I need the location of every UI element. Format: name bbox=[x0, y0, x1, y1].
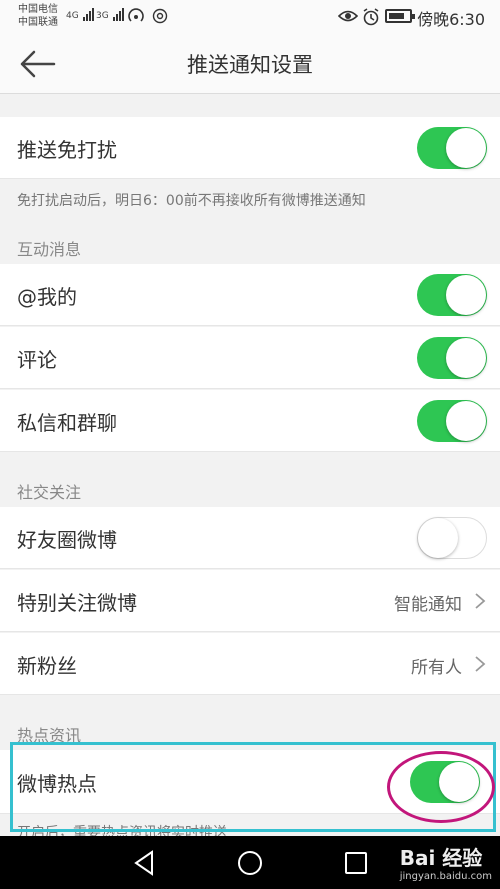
toggle-knob bbox=[446, 338, 486, 378]
messages-label: 私信和群聊 bbox=[17, 411, 117, 435]
nav-back-icon[interactable] bbox=[128, 846, 162, 880]
alarm-icon bbox=[362, 8, 380, 30]
dnd-label: 推送免打扰 bbox=[17, 138, 117, 162]
comments-label: 评论 bbox=[17, 348, 57, 372]
friends-label: 好友圈微博 bbox=[17, 528, 117, 552]
status-bar: 中国电信 中国联通 4G 3G 傍晚6:30 bbox=[0, 0, 500, 34]
comments-toggle[interactable] bbox=[417, 337, 487, 379]
carrier-2: 中国联通 bbox=[18, 17, 58, 28]
messages-toggle[interactable] bbox=[417, 400, 487, 442]
chevron-right-icon bbox=[475, 593, 486, 609]
toggle-knob bbox=[446, 275, 486, 315]
eye-icon bbox=[337, 8, 359, 28]
watermark-brand: Bai 经验 bbox=[399, 846, 483, 870]
signal-4g-icon: 4G bbox=[66, 8, 94, 21]
battery-icon bbox=[385, 9, 415, 23]
nav-recent-icon[interactable] bbox=[339, 846, 373, 880]
new-fans-value: 所有人 bbox=[411, 658, 462, 678]
setting-row-new-fans[interactable]: 新粉丝 所有人 bbox=[0, 633, 500, 695]
system-nav-bar: Bai 经验 jingyan.baidu.com bbox=[0, 836, 500, 889]
page-title: 推送通知设置 bbox=[187, 53, 313, 77]
section-title-social: 社交关注 bbox=[17, 483, 82, 502]
setting-row-messages[interactable]: 私信和群聊 bbox=[0, 390, 500, 452]
carrier-names: 中国电信 中国联通 bbox=[18, 3, 58, 29]
setting-row-friends[interactable]: 好友圈微博 bbox=[0, 507, 500, 569]
wifi-icon bbox=[152, 8, 168, 28]
new-fans-label: 新粉丝 bbox=[17, 654, 77, 678]
signal-4g-label: 4G bbox=[66, 11, 79, 21]
clock: 傍晚6:30 bbox=[417, 10, 485, 29]
carrier-1: 中国电信 bbox=[18, 4, 58, 15]
section-title-interaction: 互动消息 bbox=[17, 240, 82, 259]
watermark-url: jingyan.baidu.com bbox=[399, 871, 492, 882]
toggle-knob bbox=[446, 128, 486, 168]
hotspot-icon bbox=[127, 8, 145, 28]
signal-3g-icon: 3G bbox=[96, 8, 124, 21]
setting-row-special-follow[interactable]: 特别关注微博 智能通知 bbox=[0, 570, 500, 632]
dnd-note: 免打扰启动后，明日6：00前不再接收所有微博推送通知 bbox=[17, 193, 366, 209]
nav-home-icon[interactable] bbox=[233, 846, 267, 880]
special-follow-value: 智能通知 bbox=[394, 595, 462, 615]
mentions-toggle[interactable] bbox=[417, 274, 487, 316]
setting-row-dnd[interactable]: 推送免打扰 bbox=[0, 117, 500, 179]
toggle-knob bbox=[446, 401, 486, 441]
chevron-right-icon bbox=[475, 656, 486, 672]
baidu-jingyan-watermark: Bai 经验 jingyan.baidu.com bbox=[400, 842, 492, 882]
app-header: 推送通知设置 bbox=[0, 34, 500, 94]
highlight-circle bbox=[387, 751, 495, 823]
setting-row-comments[interactable]: 评论 bbox=[0, 327, 500, 389]
toggle-knob bbox=[418, 518, 458, 558]
dnd-toggle[interactable] bbox=[417, 127, 487, 169]
friends-toggle[interactable] bbox=[417, 517, 487, 559]
special-follow-label: 特别关注微博 bbox=[17, 591, 137, 615]
mentions-label: @我的 bbox=[17, 285, 77, 309]
signal-3g-label: 3G bbox=[96, 11, 109, 21]
setting-row-mentions[interactable]: @我的 bbox=[0, 264, 500, 326]
